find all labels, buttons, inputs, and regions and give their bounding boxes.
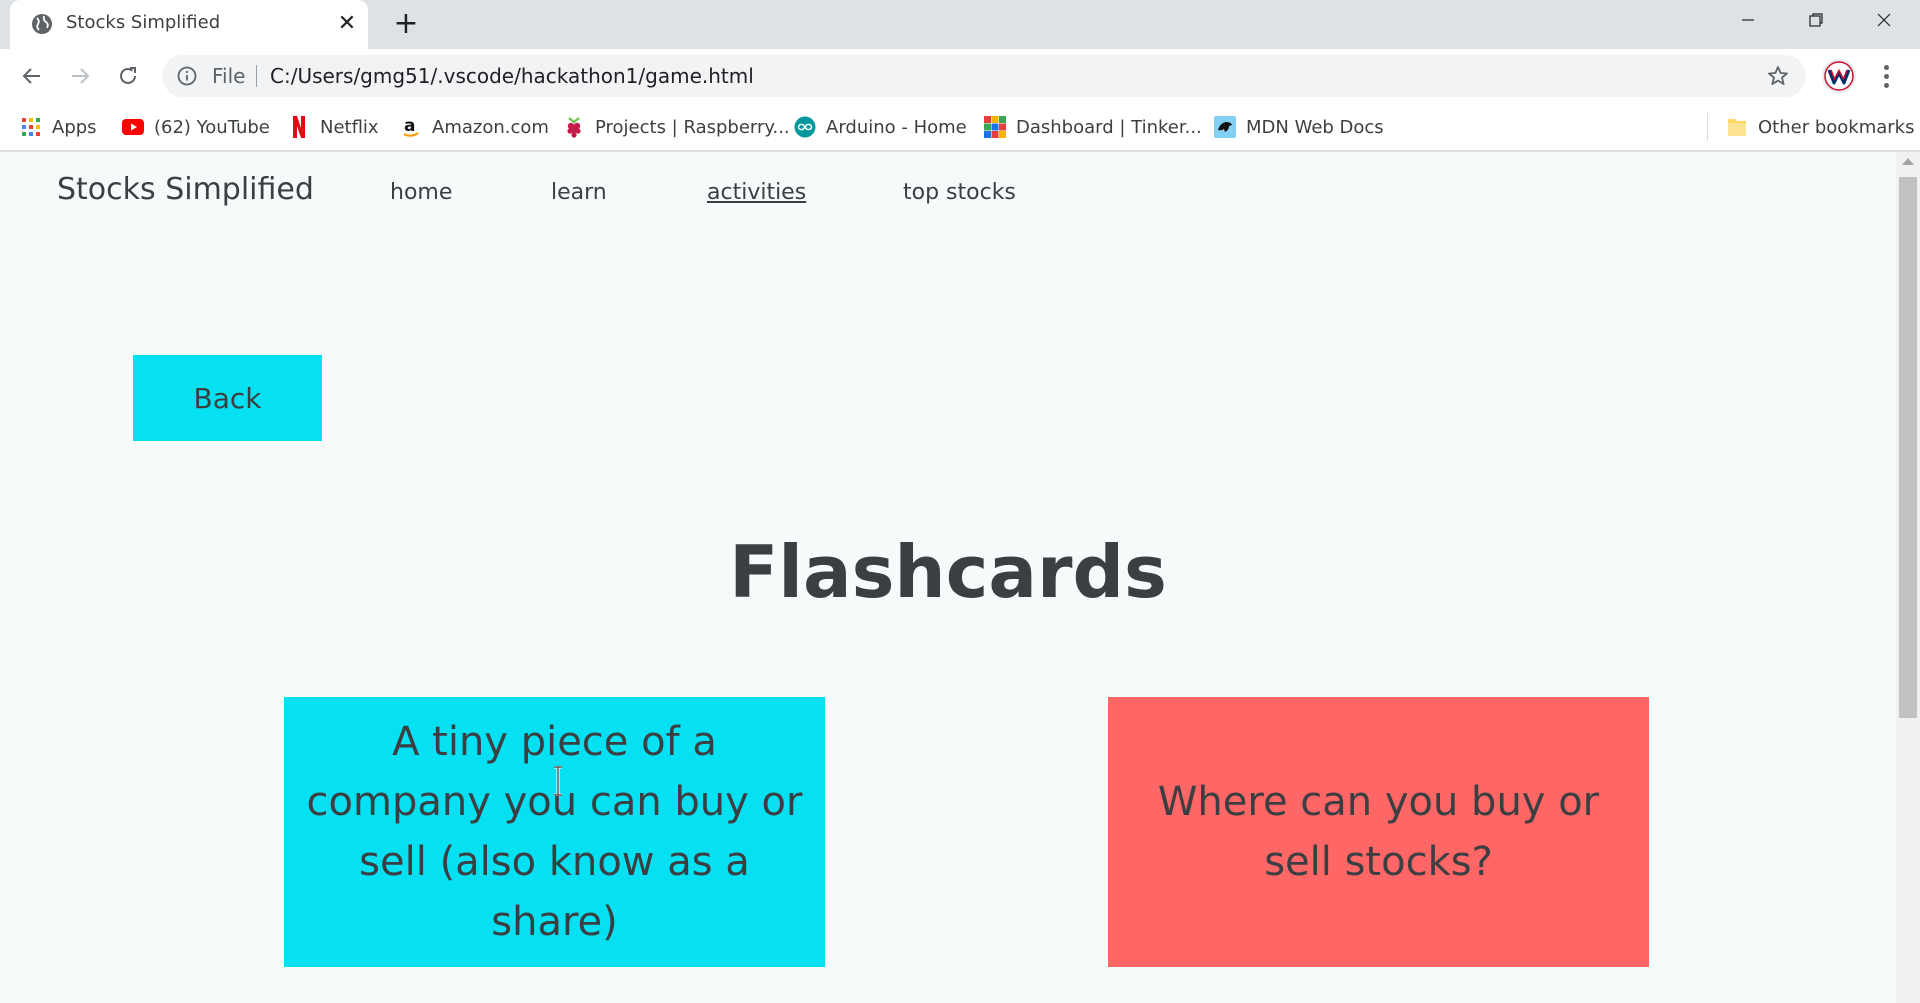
netflix-icon (288, 116, 310, 138)
bookmark-arduino[interactable]: Arduino - Home (794, 113, 967, 141)
close-icon (1877, 13, 1891, 27)
bookmark-amazon[interactable]: a Amazon.com (400, 113, 549, 141)
nav-top-stocks[interactable]: top stocks (903, 180, 1016, 205)
arrow-right-icon (72, 68, 90, 84)
tinkercad-icon (984, 116, 1006, 138)
other-bookmarks[interactable]: Other bookmarks (1726, 113, 1914, 141)
forward-nav-button[interactable] (64, 60, 96, 92)
info-icon[interactable] (176, 65, 198, 87)
minimize-button[interactable] (1714, 0, 1782, 40)
arrow-left-icon (22, 68, 40, 84)
browser-menu-button[interactable] (1874, 60, 1898, 92)
bookmarks-bar: Apps (62) YouTube Netflix a Amazon.com P… (0, 103, 1920, 151)
other-bookmarks-label: Other bookmarks (1758, 116, 1915, 138)
tab-title: Stocks Simplified (66, 12, 221, 33)
tab-close-icon[interactable]: ✕ (333, 10, 361, 38)
svg-text:a: a (404, 116, 415, 136)
bookmarks-divider (1707, 113, 1708, 141)
minimize-icon (1742, 19, 1754, 21)
web-page: Stocks Simplified home learn activities … (0, 152, 1896, 1003)
raspberry-pi-icon (563, 116, 585, 138)
flashcard-text: A tiny piece of a company you can buy or… (306, 719, 803, 945)
folder-icon (1726, 116, 1748, 138)
back-nav-button[interactable] (16, 60, 48, 92)
url-text[interactable]: C:/Users/gmg51/.vscode/hackathon1/game.h… (270, 64, 754, 88)
site-brand[interactable]: Stocks Simplified (57, 172, 314, 207)
scroll-thumb[interactable] (1899, 177, 1917, 718)
restore-icon (1809, 13, 1823, 27)
bookmark-label: Apps (52, 116, 97, 138)
profile-avatar[interactable] (1822, 59, 1856, 93)
arduino-icon (794, 116, 816, 138)
reload-button[interactable] (112, 60, 144, 92)
menu-dot (1883, 64, 1889, 70)
youtube-icon (122, 116, 144, 138)
bookmark-raspberry[interactable]: Projects | Raspberry... (563, 113, 790, 141)
bookmark-label: (62) YouTube (154, 116, 270, 138)
bookmark-label: Dashboard | Tinker... (1016, 116, 1202, 138)
bookmark-netflix[interactable]: Netflix (288, 113, 379, 141)
menu-dot (1883, 82, 1889, 88)
bookmark-apps[interactable]: Apps (20, 113, 97, 141)
profile-logo-icon (1824, 61, 1854, 91)
bookmark-tinkercad[interactable]: Dashboard | Tinker... (984, 113, 1202, 141)
globe-icon (32, 14, 52, 34)
bookmark-label: Projects | Raspberry... (595, 116, 790, 138)
flashcard-answer[interactable]: A tiny piece of a company you can buy or… (284, 697, 825, 967)
restore-button[interactable] (1782, 0, 1850, 40)
scheme-label: File (212, 64, 246, 88)
address-bar[interactable]: File C:/Users/gmg51/.vscode/hackathon1/g… (162, 55, 1806, 97)
bookmark-label: Netflix (320, 116, 379, 138)
browser-tab[interactable]: Stocks Simplified ✕ (10, 0, 368, 49)
bookmark-label: MDN Web Docs (1246, 116, 1384, 138)
star-icon[interactable] (1766, 64, 1790, 88)
nav-learn[interactable]: learn (551, 180, 607, 205)
bookmark-youtube[interactable]: (62) YouTube (122, 113, 270, 141)
scroll-up-arrow-icon[interactable] (1902, 158, 1914, 165)
text-cursor-icon (554, 766, 562, 796)
amazon-icon: a (400, 116, 422, 138)
page-scrollbar[interactable] (1896, 152, 1920, 1003)
nav-home[interactable]: home (390, 180, 452, 205)
bookmark-label: Amazon.com (432, 116, 549, 138)
address-separator (256, 65, 257, 87)
new-tab-button[interactable]: + (390, 8, 422, 40)
bookmark-label: Arduino - Home (826, 116, 967, 138)
flashcard-text: Where can you buy or sell stocks? (1157, 779, 1600, 885)
tab-strip: Stocks Simplified ✕ + (0, 0, 1920, 49)
nav-activities[interactable]: activities (707, 180, 806, 205)
menu-dot (1883, 73, 1889, 79)
back-button[interactable]: Back (133, 355, 322, 441)
flashcard-question[interactable]: Where can you buy or sell stocks? (1108, 697, 1649, 967)
apps-grid-icon (20, 116, 42, 138)
bookmark-mdn[interactable]: MDN Web Docs (1214, 113, 1384, 141)
mdn-icon (1214, 116, 1236, 138)
page-title: Flashcards (729, 530, 1167, 614)
close-window-button[interactable] (1850, 0, 1918, 40)
reload-icon (120, 67, 136, 84)
browser-toolbar: File C:/Users/gmg51/.vscode/hackathon1/g… (0, 49, 1920, 103)
